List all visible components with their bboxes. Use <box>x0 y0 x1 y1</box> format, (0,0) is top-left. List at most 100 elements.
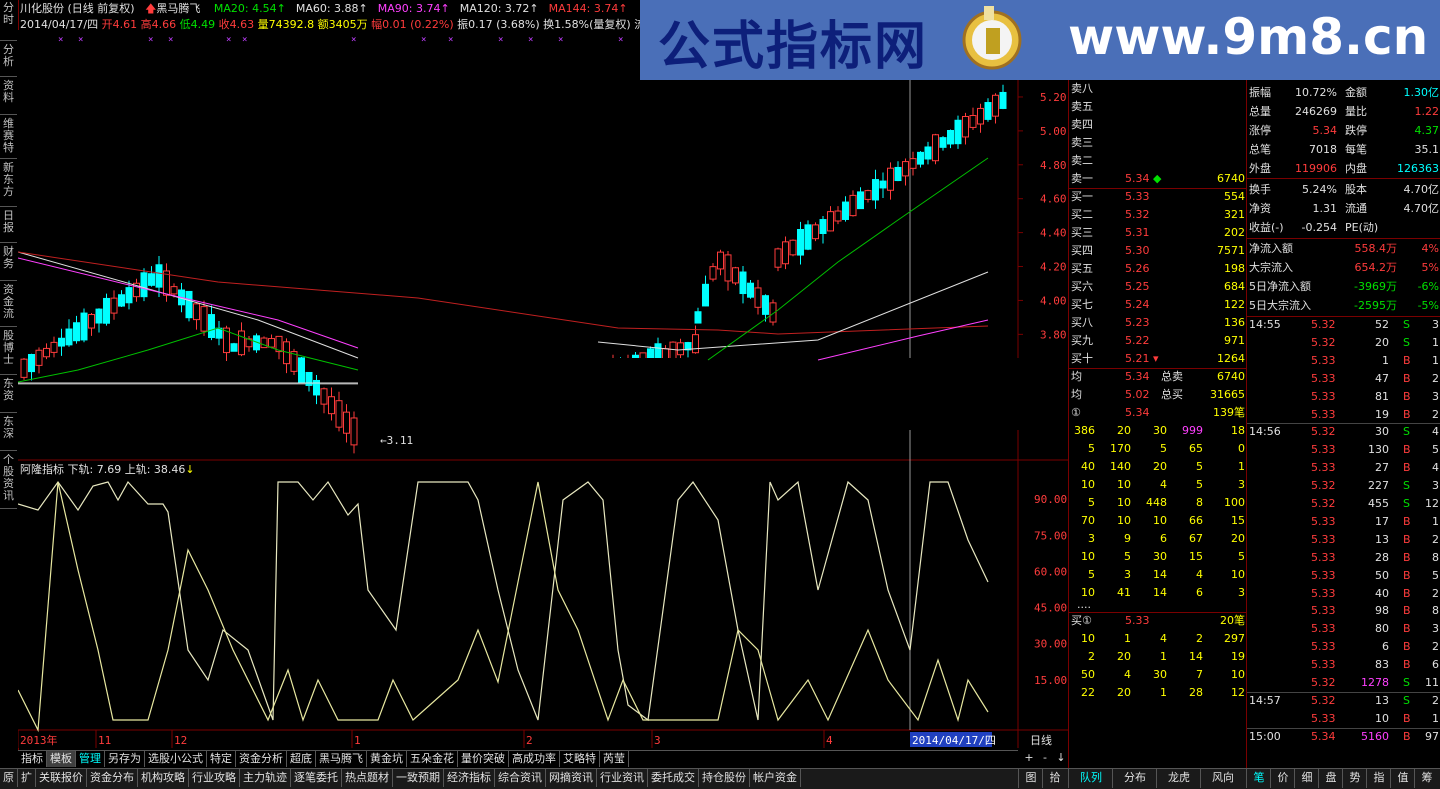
left-tab-10[interactable]: 东深 <box>0 414 17 451</box>
flow-label: 大宗流入 <box>1249 261 1293 274</box>
menu-item[interactable]: 逐笔委托 <box>291 769 342 787</box>
candle-body <box>969 115 977 128</box>
indicator-tab[interactable]: 指标 <box>18 751 47 767</box>
indicator-tab[interactable]: 超底 <box>287 751 316 767</box>
indicator-tab[interactable]: 黄金坑 <box>367 751 407 767</box>
menu-item[interactable]: 行业资讯 <box>597 769 648 787</box>
menu-right-button[interactable]: 拾 <box>1042 768 1067 788</box>
tick-price: 5.33 <box>1311 658 1336 672</box>
left-tab-4[interactable]: 新东方 <box>0 160 17 207</box>
scroll-button[interactable]: ↓ <box>1054 750 1068 766</box>
signal-marker: × <box>498 35 503 45</box>
candle-body <box>238 330 245 356</box>
tick-count: 1 <box>1432 335 1439 349</box>
detail-tab[interactable]: 筹 <box>1414 768 1439 788</box>
right-tab[interactable]: 龙虎 <box>1156 768 1201 788</box>
indicator-tab[interactable]: 选股小公式 <box>145 751 207 767</box>
tick-count: 12 <box>1425 497 1439 510</box>
menu-item[interactable]: 综合资讯 <box>495 769 546 787</box>
menu-item[interactable]: 主力轨迹 <box>240 769 291 787</box>
left-tab-9[interactable]: 东资 <box>0 376 17 413</box>
left-tab-strip: 分时 分析 资料 维赛特 新东方 日报 财务 资金流 股博士 东资 东深 个股资讯 <box>0 0 19 750</box>
candle-body <box>185 290 193 319</box>
buy-level-7-label: 买八 <box>1071 316 1093 329</box>
menu-item[interactable]: 一致预期 <box>393 769 444 787</box>
menu-item[interactable]: 机构攻略 <box>138 769 189 787</box>
menu-item[interactable]: 网摘资讯 <box>546 769 597 787</box>
candle-body <box>842 201 849 220</box>
stats-panel: 振幅 10.72% 金额 1.30亿 总量 246269 量比 1.22 涨停 5.34 跌停 4.3… <box>1246 80 1440 768</box>
signal-marker: × <box>448 35 453 45</box>
tick-volume: 52 <box>1375 318 1389 331</box>
left-tab-7[interactable]: 资金流 <box>0 282 17 327</box>
indicator-tab[interactable]: 量价突破 <box>458 751 509 767</box>
menu-item[interactable]: 持仓股份 <box>699 769 750 787</box>
buy-level-9-label: 买十 <box>1071 352 1093 365</box>
indicator-tab[interactable]: 模板 <box>47 751 76 767</box>
tick-volume: 13 <box>1375 693 1389 707</box>
buy-level-6-price: 5.24 <box>1125 298 1150 311</box>
right-tab[interactable]: 风向 <box>1200 768 1245 788</box>
period-label: 日线 <box>1030 733 1052 747</box>
menu-item[interactable]: 委托成交 <box>648 769 699 787</box>
tick-price: 5.33 <box>1311 461 1336 475</box>
left-tab-0[interactable]: 分时 <box>0 0 17 41</box>
left-tab-8[interactable]: 股博士 <box>0 328 17 375</box>
left-tab-2[interactable]: 资料 <box>0 78 17 115</box>
indicator-tab[interactable]: 芮莹 <box>600 751 629 767</box>
left-tab-1[interactable]: 分析 <box>0 42 17 77</box>
menu-item[interactable]: 帐户资金 <box>750 769 801 787</box>
queue-cell: 10 <box>1117 496 1131 509</box>
stat-label: 金额 <box>1345 86 1367 99</box>
menu-item[interactable]: 经济指标 <box>444 769 495 787</box>
indicator-tab[interactable]: 资金分析 <box>236 751 287 767</box>
detail-tab[interactable]: 笔 <box>1246 768 1271 788</box>
left-tab-6[interactable]: 财务 <box>0 244 17 281</box>
menu-item[interactable]: 资金分布 <box>87 769 138 787</box>
flow-value: -3969万 <box>1354 280 1397 293</box>
indicator-tab[interactable]: 特定 <box>207 751 236 767</box>
menu-right-button[interactable]: 图 <box>1018 768 1043 788</box>
buy-level-8-label: 买九 <box>1071 334 1093 347</box>
menu-item[interactable]: 扩 <box>18 769 36 787</box>
tick-time: 14:55 <box>1249 318 1281 331</box>
indicator-tab[interactable]: 管理 <box>76 751 105 767</box>
menu-item[interactable]: 关联报价 <box>36 769 87 787</box>
candle-body <box>343 411 350 434</box>
kline-chart[interactable]: 5.20 5.00 4.80 4.60 4.40 4.20 4.00 3.80 90.00 75.… <box>18 30 1068 748</box>
indicator-tab[interactable]: 黑马腾飞 <box>316 751 367 767</box>
scroll-button[interactable]: - <box>1038 750 1052 766</box>
queue-cell: 7 <box>1196 668 1203 681</box>
queue-cell: 66 <box>1189 514 1203 527</box>
avg-price: 5.34 <box>1125 370 1150 383</box>
detail-tab[interactable]: 势 <box>1342 768 1367 788</box>
detail-tab[interactable]: 指 <box>1366 768 1391 788</box>
tick-volume: 81 <box>1375 389 1389 403</box>
queue-cell: 28 <box>1189 686 1203 699</box>
price-axis-label: 5.00 <box>1040 125 1067 138</box>
indicator-tab[interactable]: 高成功率 <box>509 751 560 767</box>
candle-body <box>335 400 343 428</box>
detail-tab[interactable]: 值 <box>1390 768 1415 788</box>
left-tab-5[interactable]: 日报 <box>0 208 17 243</box>
menu-item[interactable]: 行业攻略 <box>189 769 240 787</box>
indicator-tab[interactable]: 艾略特 <box>560 751 600 767</box>
scroll-button[interactable]: + <box>1022 750 1036 766</box>
buy-level-4-label: 买五 <box>1071 262 1093 275</box>
indicator-tab[interactable]: 另存为 <box>105 751 145 767</box>
right-tab[interactable]: 队列 <box>1068 768 1113 788</box>
detail-tab[interactable]: 细 <box>1294 768 1319 788</box>
left-tab-3[interactable]: 维赛特 <box>0 116 17 159</box>
right-tab[interactable]: 分布 <box>1112 768 1157 788</box>
tick-side: B <box>1403 514 1411 528</box>
menu-item[interactable]: 热点题材 <box>342 769 393 787</box>
detail-tab[interactable]: 价 <box>1270 768 1295 788</box>
formula-name[interactable]: 黑马腾飞 <box>156 2 200 15</box>
indicator-tab[interactable]: 五朵金花 <box>407 751 458 767</box>
detail-tab[interactable]: 盘 <box>1318 768 1343 788</box>
menu-item[interactable]: 原 <box>0 769 18 787</box>
left-tab-11[interactable]: 个股资讯 <box>0 452 17 509</box>
ma-legend-item: MA120: 3.72↑ <box>459 2 539 15</box>
candle-body <box>789 239 797 256</box>
stat-label: 每笔 <box>1345 143 1367 156</box>
